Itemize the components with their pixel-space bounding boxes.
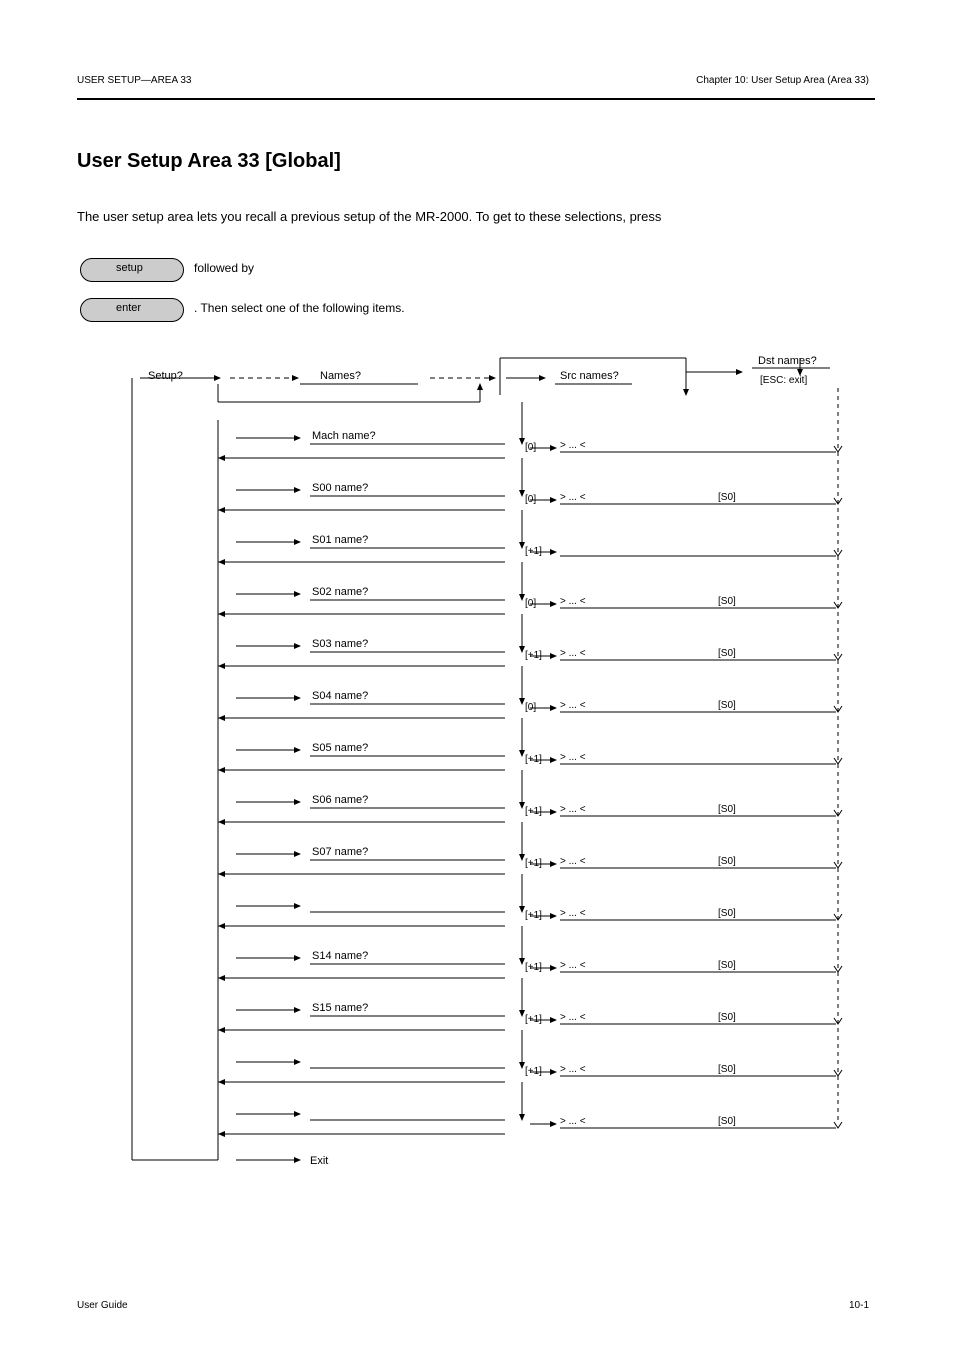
row-right2: [S0] (718, 856, 736, 868)
row-right2: [S0] (718, 648, 736, 660)
row-right: > ... < (560, 596, 586, 608)
row-right2: [S0] (718, 596, 736, 608)
row-right: > ... < (560, 960, 586, 972)
row-label: S06 name? (312, 794, 368, 807)
row-label: S15 name? (312, 1002, 368, 1015)
row-label: S01 name? (312, 534, 368, 547)
row-pos: [+1] (525, 546, 542, 558)
row-right2: [S0] (718, 1012, 736, 1024)
row-right2: [S0] (718, 960, 736, 972)
row-right: > ... < (560, 440, 586, 452)
row-pos: [+1] (525, 806, 542, 818)
row-right: > ... < (560, 700, 586, 712)
row-right: > ... < (560, 908, 586, 920)
row-pos: [+1] (525, 1066, 542, 1078)
row-pos: [0] (525, 702, 536, 714)
row-pos: [+1] (525, 650, 542, 662)
row-label: Mach name? (312, 430, 376, 443)
row-label: S02 name? (312, 586, 368, 599)
row-right: > ... < (560, 492, 586, 504)
row-right: > ... < (560, 752, 586, 764)
row-pos: [+1] (525, 962, 542, 974)
row-pos: [0] (525, 494, 536, 506)
row-right: > ... < (560, 1012, 586, 1024)
row-right: > ... < (560, 1116, 586, 1128)
row-pos: [0] (525, 442, 536, 454)
row-right: > ... < (560, 856, 586, 868)
row-right2: [S0] (718, 700, 736, 712)
row-label: S04 name? (312, 690, 368, 703)
row-pos: [0] (525, 598, 536, 610)
row-label: S03 name? (312, 638, 368, 651)
flow-diagram (0, 0, 954, 1351)
row-label: S05 name? (312, 742, 368, 755)
row-right2: [S0] (718, 492, 736, 504)
row-label: S14 name? (312, 950, 368, 963)
row-right2: [S0] (718, 1116, 736, 1128)
row-label: S07 name? (312, 846, 368, 859)
row-pos: [+1] (525, 910, 542, 922)
row-right2: [S0] (718, 804, 736, 816)
row-right: > ... < (560, 1064, 586, 1076)
row-right2: [S0] (718, 1064, 736, 1076)
row-right: > ... < (560, 648, 586, 660)
row-pos: [+1] (525, 858, 542, 870)
row-pos: [+1] (525, 754, 542, 766)
row-right2: [S0] (718, 908, 736, 920)
row-right: > ... < (560, 804, 586, 816)
row-label: S00 name? (312, 482, 368, 495)
row-pos: [+1] (525, 1014, 542, 1026)
